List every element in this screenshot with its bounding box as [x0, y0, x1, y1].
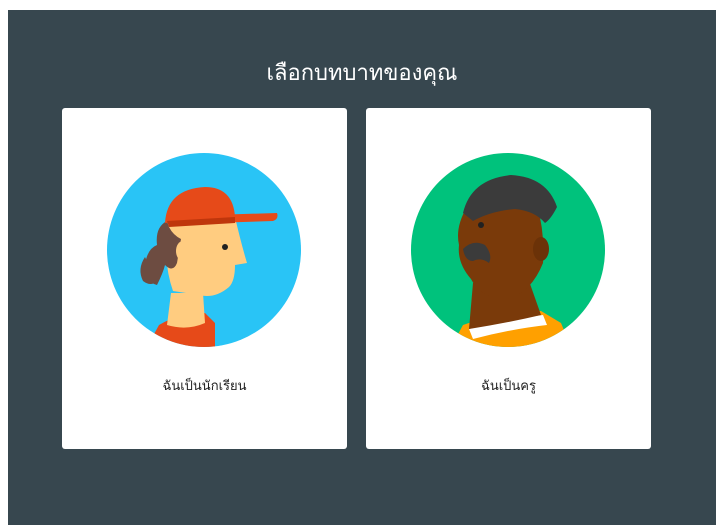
role-selection-dialog: เลือกบทบาทของคุณ ฉันเป็นนักเรียน ฉันเป็น… [8, 10, 716, 525]
student-role-label: ฉันเป็นนักเรียน [162, 379, 247, 394]
dialog-title: เลือกบทบาทของคุณ [266, 61, 458, 86]
teacher-role-card[interactable]: ฉันเป็นครู [366, 108, 651, 449]
student-role-card[interactable]: ฉันเป็นนักเรียน [62, 108, 347, 449]
teacher-avatar-icon [411, 153, 605, 347]
student-avatar-icon [107, 153, 301, 347]
teacher-role-label: ฉันเป็นครู [480, 379, 536, 394]
